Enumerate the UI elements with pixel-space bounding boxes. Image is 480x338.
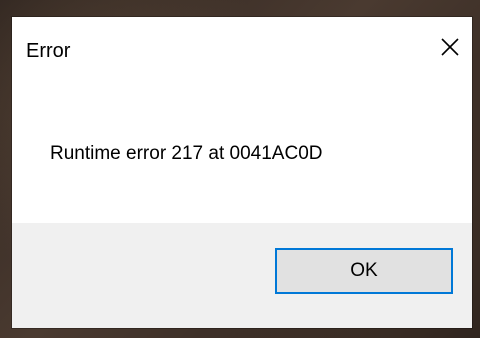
title-bar: Error bbox=[12, 17, 472, 85]
button-bar: OK bbox=[12, 223, 472, 328]
message-area: Runtime error 217 at 0041AC0D bbox=[12, 85, 472, 223]
close-icon bbox=[441, 38, 459, 56]
close-button[interactable] bbox=[428, 25, 472, 69]
error-dialog: Error Runtime error 217 at 0041AC0D OK bbox=[12, 17, 472, 328]
dialog-title: Error bbox=[26, 40, 71, 62]
ok-button[interactable]: OK bbox=[275, 248, 453, 294]
error-message: Runtime error 217 at 0041AC0D bbox=[50, 143, 323, 164]
